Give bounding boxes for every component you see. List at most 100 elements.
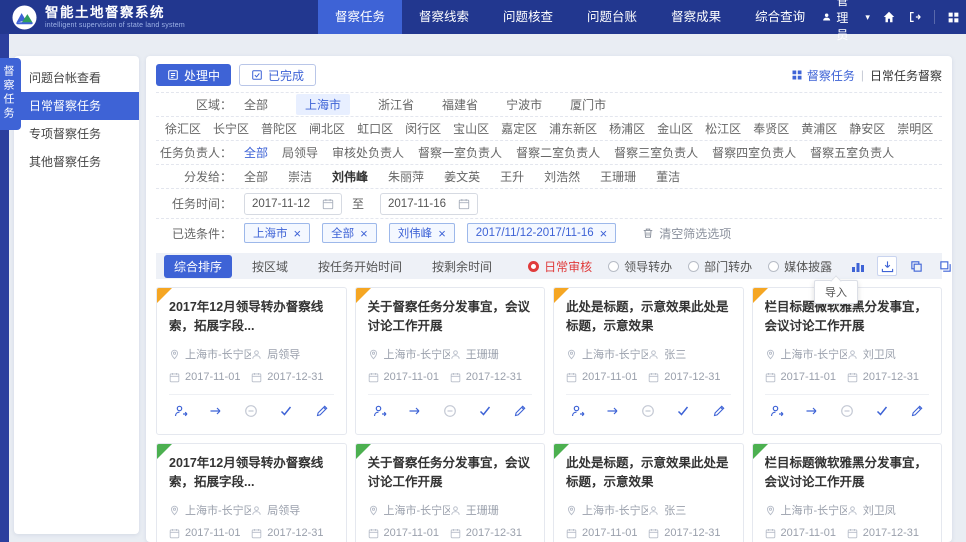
type-radio-option[interactable]: 媒体披露 [768,258,832,275]
edit-icon[interactable] [512,403,528,419]
type-radio-option[interactable]: 日常审核 [528,258,592,275]
duplicate-icon[interactable] [935,256,952,276]
approve-icon[interactable] [477,403,493,419]
dispatch-option[interactable]: 刘浩然 [544,168,580,185]
tab-completed[interactable]: 已完成 [239,64,316,86]
user-menu[interactable]: 管理员 ▾ [822,0,870,43]
region-option[interactable]: 福建省 [442,96,478,113]
region-option[interactable]: 厦门市 [570,96,606,113]
assign-icon[interactable] [372,403,388,419]
owner-option[interactable]: 督察五室负责人 [810,144,894,161]
remove-tag-icon[interactable]: × [294,227,302,240]
nav-item[interactable]: 问题台账 [570,0,654,34]
nav-item[interactable]: 问题核查 [486,0,570,34]
sort-option[interactable]: 综合排序 [164,255,232,278]
copy-icon[interactable] [906,256,926,276]
edit-icon[interactable] [909,403,925,419]
vertical-tab-inspection-tasks[interactable]: 督察任务 [0,58,21,130]
home-icon[interactable] [882,9,896,25]
owner-option[interactable]: 督察三室负责人 [614,144,698,161]
exit-icon[interactable] [908,9,922,25]
disable-icon[interactable] [442,403,458,419]
dispatch-option[interactable]: 姜文英 [444,168,480,185]
task-card[interactable]: 关于督察任务分发事宜，会议讨论工作开展 上海市-长宁区 [355,287,546,435]
dispatch-option[interactable]: 董洁 [656,168,680,185]
type-radio-option[interactable]: 部门转办 [688,258,752,275]
district-option[interactable]: 宝山区 [453,120,489,137]
district-option[interactable]: 徐汇区 [165,120,201,137]
dispatch-option[interactable]: 崇洁 [288,168,312,185]
owner-option[interactable]: 督察二室负责人 [516,144,600,161]
selected-filter-tag[interactable]: 2017/11/12-2017/11-16 × [467,223,616,243]
forward-icon[interactable] [407,403,423,419]
edit-icon[interactable] [314,403,330,419]
district-option[interactable]: 浦东新区 [549,120,597,137]
assign-icon[interactable] [173,403,189,419]
district-option[interactable]: 普陀区 [261,120,297,137]
approve-icon[interactable] [278,403,294,419]
district-option[interactable]: 虹口区 [357,120,393,137]
dispatch-option[interactable]: 全部 [244,168,268,185]
assign-icon[interactable] [570,403,586,419]
dispatch-option[interactable]: 王升 [500,168,524,185]
edit-icon[interactable] [711,403,727,419]
district-option[interactable]: 金山区 [657,120,693,137]
type-radio-option[interactable]: 领导转办 [608,258,672,275]
remove-tag-icon[interactable]: × [600,227,608,240]
sort-option[interactable]: 按剩余时间 [422,255,502,278]
district-option[interactable]: 长宁区 [213,120,249,137]
region-option[interactable]: 浙江省 [378,96,414,113]
task-card[interactable]: 栏目标题微软雅黑分发事宜，会议讨论工作开展 上海市-长宁区 [752,287,943,435]
district-option[interactable]: 闵行区 [405,120,441,137]
remove-tag-icon[interactable]: × [438,227,446,240]
chart-icon[interactable] [848,256,868,276]
dispatch-option[interactable]: 朱丽萍 [388,168,424,185]
forward-icon[interactable] [804,403,820,419]
region-option[interactable]: 宁波市 [506,96,542,113]
date-from-input[interactable]: 2017-11-12 [244,193,342,215]
sidebar-item[interactable]: 问题台帐查看 [14,64,139,92]
assign-icon[interactable] [769,403,785,419]
sidebar-item[interactable]: 其他督察任务 [14,148,139,176]
sidebar-item[interactable]: 日常督察任务 [14,92,139,120]
district-option[interactable]: 松江区 [705,120,741,137]
selected-filter-tag[interactable]: 刘伟峰 × [389,223,455,243]
region-option[interactable]: 全部 [244,96,268,113]
task-card[interactable]: 此处是标题，示意效果此处是标题，示意效果 上海市-长宁区 [553,287,744,435]
tab-processing[interactable]: 处理中 [156,64,231,86]
breadcrumb-parent[interactable]: 督察任务 [791,67,855,84]
sidebar-item[interactable]: 专项督察任务 [14,120,139,148]
dispatch-option[interactable]: 刘伟峰 [332,168,368,185]
forward-icon[interactable] [605,403,621,419]
owner-option[interactable]: 审核处负责人 [332,144,404,161]
district-option[interactable]: 黄浦区 [801,120,837,137]
forward-icon[interactable] [208,403,224,419]
owner-option[interactable]: 督察四室负责人 [712,144,796,161]
selected-filter-tag[interactable]: 上海市 × [244,223,310,243]
import-icon[interactable] [877,256,897,276]
owner-option[interactable]: 全部 [244,144,268,161]
apps-icon[interactable] [947,9,960,25]
region-option[interactable]: 上海市 [296,94,350,115]
owner-option[interactable]: 局领导 [282,144,318,161]
sort-option[interactable]: 按区域 [242,255,298,278]
clear-filters-button[interactable]: 清空筛选选项 [642,225,731,242]
selected-filter-tag[interactable]: 全部 × [322,223,377,243]
disable-icon[interactable] [640,403,656,419]
dispatch-option[interactable]: 王珊珊 [600,168,636,185]
district-option[interactable]: 静安区 [849,120,885,137]
date-to-input[interactable]: 2017-11-16 [380,193,478,215]
district-option[interactable]: 嘉定区 [501,120,537,137]
nav-item[interactable]: 督察成果 [654,0,738,34]
approve-icon[interactable] [874,403,890,419]
disable-icon[interactable] [839,403,855,419]
sort-option[interactable]: 按任务开始时间 [308,255,412,278]
approve-icon[interactable] [675,403,691,419]
remove-tag-icon[interactable]: × [360,227,368,240]
owner-option[interactable]: 督察一室负责人 [418,144,502,161]
nav-item[interactable]: 综合查询 [738,0,822,34]
task-card[interactable]: 2017年12月领导转办督察线索，拓展字段... 上海市-长宁区 [156,287,347,435]
nav-item[interactable]: 督察任务 [318,0,402,34]
district-option[interactable]: 杨浦区 [609,120,645,137]
nav-item[interactable]: 督察线索 [402,0,486,34]
